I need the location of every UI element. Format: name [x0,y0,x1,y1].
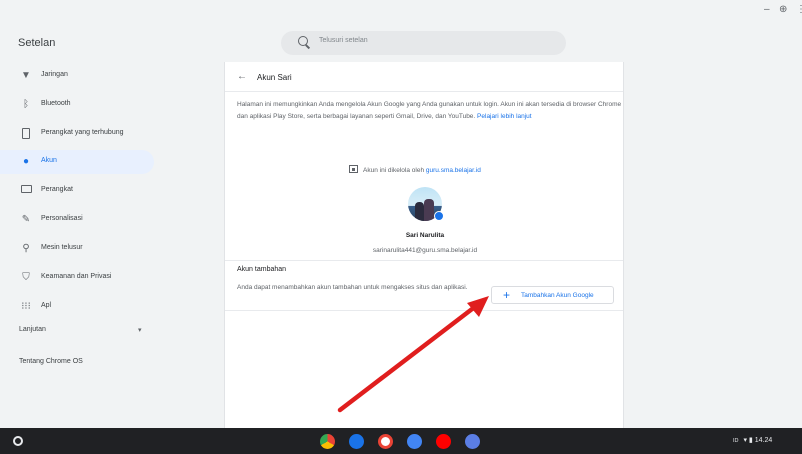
input-method-indicator: ID [733,438,739,444]
chrome-icon[interactable] [320,434,335,449]
battery-icon: ▮ [748,437,753,444]
files-icon[interactable] [349,434,364,449]
youtube-icon[interactable] [436,434,451,449]
docs-icon[interactable] [407,434,422,449]
annotation-arrow [337,296,489,413]
wifi-icon: ▾ [743,437,747,444]
status-tray[interactable]: ID ▾ ▮ 14.24 [733,436,772,444]
shelf: ID ▾ ▮ 14.24 [0,428,802,454]
gmail-icon[interactable] [378,434,393,449]
settings-icon[interactable] [465,434,480,449]
clock: 14.24 [754,437,773,444]
launcher-icon[interactable] [13,436,23,446]
